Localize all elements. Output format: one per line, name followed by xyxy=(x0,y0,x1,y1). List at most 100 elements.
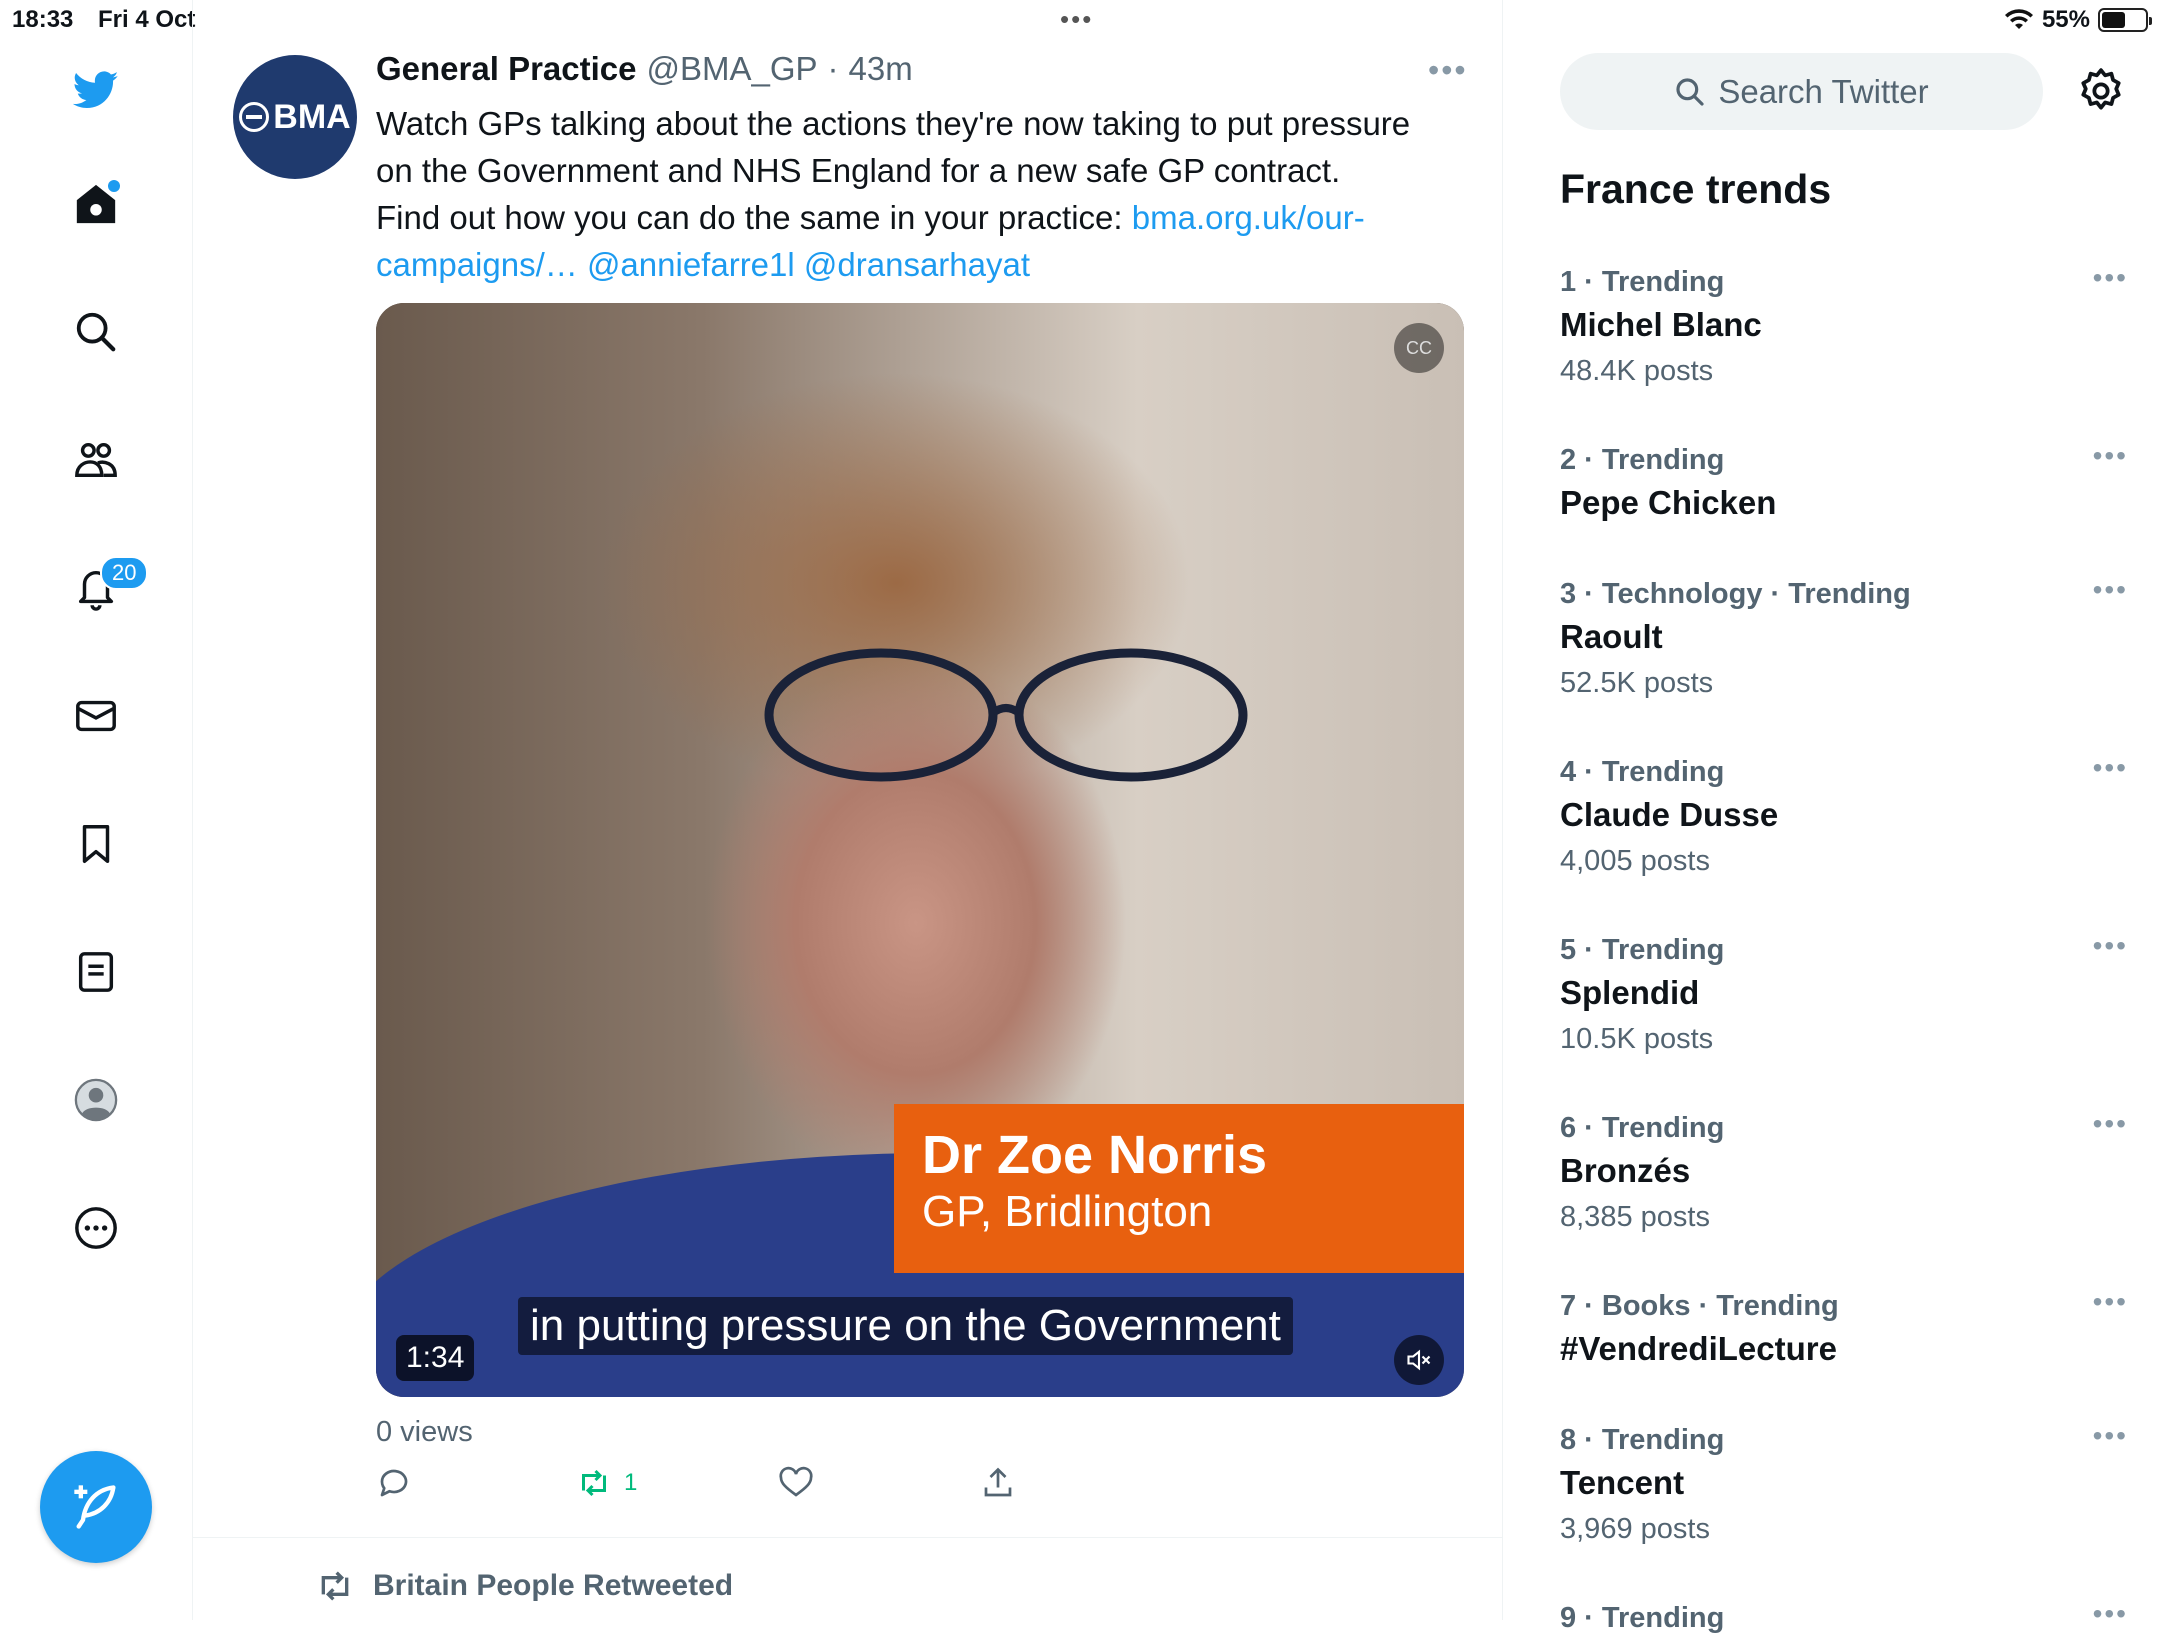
feather-plus-icon xyxy=(74,1485,116,1529)
tweet-link[interactable]: campaigns/… xyxy=(376,246,578,283)
lists-icon[interactable] xyxy=(64,940,128,1004)
share-upload-icon xyxy=(984,1467,1012,1497)
trend-meta: 6 · Trending xyxy=(1560,1112,1725,1144)
trend-post-count: 8,385 posts xyxy=(1560,1201,1710,1233)
trend-item[interactable]: 8 · Trending Tencent 3,969 posts ••• xyxy=(1560,1420,2126,1552)
left-sidebar: 20 xyxy=(0,0,193,1620)
retweet-icon xyxy=(321,1571,349,1601)
trend-more-icon[interactable]: ••• xyxy=(2093,1420,2128,1452)
trend-name: #VendrediLecture xyxy=(1560,1330,1837,1367)
retweet-count: 1 xyxy=(624,1469,638,1496)
more-ellipsis-icon[interactable] xyxy=(64,1196,128,1260)
tweet-actions: 1 xyxy=(376,1465,1276,1515)
lower-third-name: Dr Zoe Norris xyxy=(922,1125,1268,1185)
trends-heading: France trends xyxy=(1560,166,1832,212)
trend-post-count: 48.4K posts xyxy=(1560,355,1714,387)
trend-post-count: 10.5K posts xyxy=(1560,1023,1714,1055)
mute-speaker-icon[interactable] xyxy=(1394,1335,1444,1385)
trend-more-icon[interactable]: ••• xyxy=(2093,574,2128,606)
trend-more-icon[interactable]: ••• xyxy=(2093,440,2128,472)
author-handle[interactable]: @BMA_GP xyxy=(647,50,818,88)
trend-item[interactable]: 4 · Trending Claude Dusse 4,005 posts ••• xyxy=(1560,752,2126,884)
mention-link[interactable]: @anniefarre1l xyxy=(587,246,795,283)
trend-more-icon[interactable]: ••• xyxy=(2093,1286,2128,1318)
trend-meta: 8 · Trending xyxy=(1560,1424,1725,1456)
bma-seal-icon xyxy=(239,102,270,132)
video-lower-third: Dr Zoe Norris GP, Bridlington xyxy=(894,1104,1464,1273)
trend-item[interactable]: 1 · Trending Michel Blanc 48.4K posts ••• xyxy=(1560,262,2126,394)
settings-gear-icon[interactable] xyxy=(2076,66,2126,116)
communities-icon[interactable] xyxy=(64,428,128,492)
compose-tweet-button[interactable] xyxy=(40,1451,152,1563)
trend-more-icon[interactable]: ••• xyxy=(2093,262,2128,294)
heart-icon xyxy=(779,1466,813,1497)
right-column: Search Twitter France trends 1 · Trendin… xyxy=(1504,0,2160,1634)
retweeted-by-line[interactable]: Britain People Retweeted xyxy=(315,1566,733,1606)
trend-name: Pepe Chicken xyxy=(1560,484,1777,521)
trend-name: Michel Blanc xyxy=(1560,306,1762,343)
video-duration: 1:34 xyxy=(396,1335,475,1381)
trend-more-icon[interactable]: ••• xyxy=(2093,930,2128,962)
trend-post-count: 52.5K posts xyxy=(1560,667,1714,699)
tweet-text: Watch GPs talking about the actions they… xyxy=(376,100,1466,288)
trend-meta: 2 · Trending xyxy=(1560,444,1725,476)
avatar-text: BMA xyxy=(273,97,351,136)
share-button[interactable] xyxy=(980,1465,1016,1501)
tweet-text-line: Watch GPs talking about the actions they… xyxy=(376,105,1411,142)
captions-icon[interactable]: CC xyxy=(1394,323,1444,373)
trend-item[interactable]: 3 · Technology · Trending Raoult 52.5K pos… xyxy=(1560,574,2126,706)
trend-meta: 7 · Books · Trending xyxy=(1560,1290,1839,1322)
trend-meta: 9 · Trending xyxy=(1560,1602,1725,1634)
trend-more-icon[interactable]: ••• xyxy=(2093,1598,2128,1630)
home-icon[interactable] xyxy=(64,172,128,236)
notifications-bell-icon[interactable]: 20 xyxy=(64,556,149,620)
trend-meta: 4 · Trending xyxy=(1560,756,1725,788)
mention-link[interactable]: @dransarhayat xyxy=(804,246,1030,283)
bookmarks-icon[interactable] xyxy=(64,812,128,876)
lower-third-role: GP, Bridlington xyxy=(922,1187,1213,1236)
tweet-link[interactable]: bma.org.uk/our- xyxy=(1132,199,1365,236)
tweet-time[interactable]: 43m xyxy=(849,50,913,88)
reply-button[interactable] xyxy=(376,1465,412,1501)
twitter-logo-icon[interactable] xyxy=(64,58,128,122)
trend-name: Raoult xyxy=(1560,618,1663,655)
notifications-count-badge: 20 xyxy=(100,556,149,590)
trend-meta: 3 · Technology · Trending xyxy=(1560,578,1911,610)
trend-meta: 1 · Trending xyxy=(1560,266,1725,298)
trend-item[interactable]: 6 · Trending Bronzés 8,385 posts ••• xyxy=(1560,1108,2126,1240)
search-icon xyxy=(1676,77,1704,106)
video-subtitle: in putting pressure on the Government xyxy=(518,1297,1293,1355)
search-placeholder: Search Twitter xyxy=(1718,72,1929,110)
trend-name: Claude Dusse xyxy=(1560,796,1779,833)
tweet-video[interactable]: CC Dr Zoe Norris GP, Bridlington in putt… xyxy=(376,303,1464,1397)
messages-envelope-icon[interactable] xyxy=(64,684,128,748)
main-timeline: BMA General Practice @BMA_GP · 43m ••• W… xyxy=(193,0,1503,1620)
search-icon[interactable] xyxy=(64,300,128,364)
author-name[interactable]: General Practice xyxy=(376,50,637,88)
profile-avatar-icon[interactable] xyxy=(64,1068,128,1132)
tweet-text-line: Find out how you can do the same in your… xyxy=(376,199,1132,236)
trend-meta: 5 · Trending xyxy=(1560,934,1725,966)
trend-item[interactable]: 5 · Trending Splendid 10.5K posts ••• xyxy=(1560,930,2126,1062)
tweet-text-line: on the Government and NHS England for a … xyxy=(376,152,1341,189)
trend-post-count: 4,005 posts xyxy=(1560,845,1710,877)
retweet-button[interactable]: 1 xyxy=(576,1465,637,1501)
trend-more-icon[interactable]: ••• xyxy=(2093,752,2128,784)
trend-post-count: 3,969 posts xyxy=(1560,1513,1710,1545)
view-count: 0 views xyxy=(376,1416,473,1448)
tweet-more-icon[interactable]: ••• xyxy=(1428,52,1468,89)
retweeted-by-text: Britain People Retweeted xyxy=(373,1569,734,1602)
retweet-icon xyxy=(582,1469,606,1497)
search-twitter-field[interactable]: Search Twitter xyxy=(1560,53,2043,130)
trend-item[interactable]: 7 · Books · Trending #VendrediLecture ••• xyxy=(1560,1286,2126,1372)
tweet-header: General Practice @BMA_GP · 43m xyxy=(376,50,913,88)
trend-item[interactable]: 2 · Trending Pepe Chicken ••• xyxy=(1560,440,2126,526)
trend-name: Bronzés xyxy=(1560,1152,1691,1189)
tweet-divider xyxy=(193,1537,1503,1538)
home-new-dot xyxy=(108,180,120,192)
trend-more-icon[interactable]: ••• xyxy=(2093,1108,2128,1140)
trend-name: Splendid xyxy=(1560,974,1700,1011)
like-button[interactable] xyxy=(778,1465,814,1501)
author-avatar[interactable]: BMA xyxy=(233,55,357,179)
trend-item[interactable]: 9 · Trending ••• xyxy=(1560,1598,2126,1638)
